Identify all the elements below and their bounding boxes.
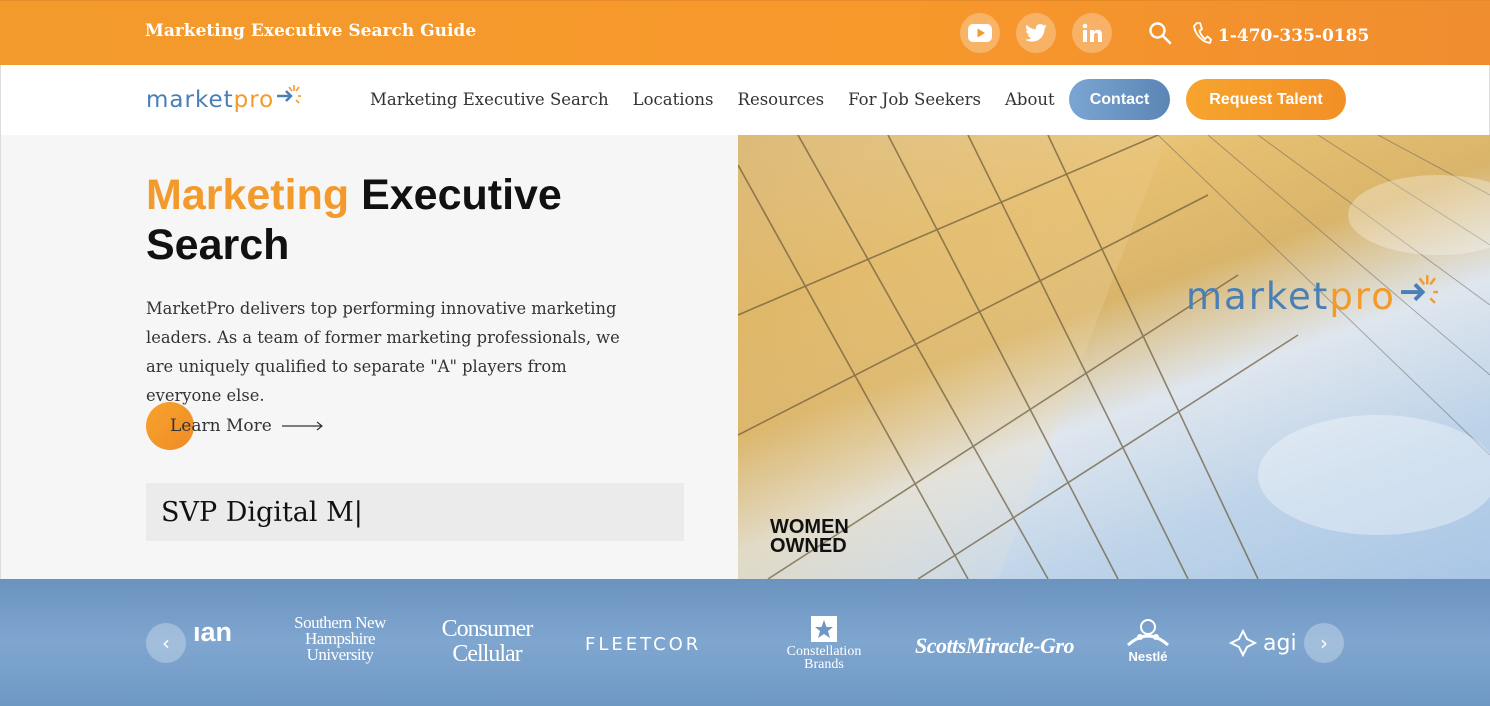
women-owned-badge: WOMEN OWNED [770,516,849,557]
client-logos-carousel: ‹ ıan Southern New Hampshire University … [0,579,1490,706]
phone-link[interactable]: 1-470-335-0185 [1192,21,1369,50]
client-logo: FLEETCOR [585,634,702,655]
typing-role-display: SVP Digital M| [146,483,684,541]
main-nav: marketpro Marketing Executive Search Loc… [0,65,1490,135]
contact-button[interactable]: Contact [1069,79,1170,120]
nav-locations[interactable]: Locations [633,90,714,109]
star-logo-icon [811,616,837,642]
nav-marketing-executive-search[interactable]: Marketing Executive Search [370,90,609,109]
twitter-icon[interactable] [1016,13,1056,53]
nav-about[interactable]: About [1005,90,1055,109]
phone-number: 1-470-335-0185 [1218,25,1370,46]
carousel-prev-button[interactable]: ‹ [146,623,186,663]
nav-for-job-seekers[interactable]: For Job Seekers [848,90,981,109]
search-guide-link[interactable]: Marketing Executive Search Guide [145,21,476,41]
client-logo: Constellation Brands [778,615,870,672]
client-logo: agi [1229,629,1297,657]
client-logo: Nestlé [1122,617,1174,664]
request-talent-button[interactable]: Request Talent [1186,79,1346,120]
youtube-icon[interactable] [960,13,1000,53]
carousel-next-button[interactable]: › [1304,623,1344,663]
logo-arrow-icon [277,85,302,104]
hero-image: marketpro WOMEN OWNED [738,135,1490,579]
page-title: Marketing Executive Search [146,171,562,269]
hero-description: MarketPro delivers top performing innova… [146,299,620,405]
search-icon[interactable] [1148,21,1172,45]
client-logo: ıan [193,617,233,647]
nav-resources[interactable]: Resources [738,90,825,109]
nest-logo-icon [1126,619,1170,647]
logo-arrow-icon [1400,275,1438,304]
marketpro-watermark-logo: marketpro [1186,272,1438,318]
glass-building-illustration [738,135,1490,579]
phone-icon [1192,21,1212,50]
learn-more-link[interactable]: Learn More [146,402,324,450]
top-bar: Marketing Executive Search Guide 1-470-3… [0,0,1490,65]
cross-logo-icon [1229,629,1257,657]
linkedin-icon[interactable] [1072,13,1112,53]
long-arrow-icon [281,421,323,431]
nav-links: Marketing Executive Search Locations Res… [370,90,1055,109]
marketpro-logo[interactable]: marketpro [146,83,302,113]
client-logo: ScottsMiracle-Gro [915,633,1074,658]
hero-content: Marketing Executive Search MarketPro del… [0,135,738,579]
client-logo: Southern New Hampshire University [294,613,386,664]
client-logo: Consumer Cellular [441,616,534,667]
